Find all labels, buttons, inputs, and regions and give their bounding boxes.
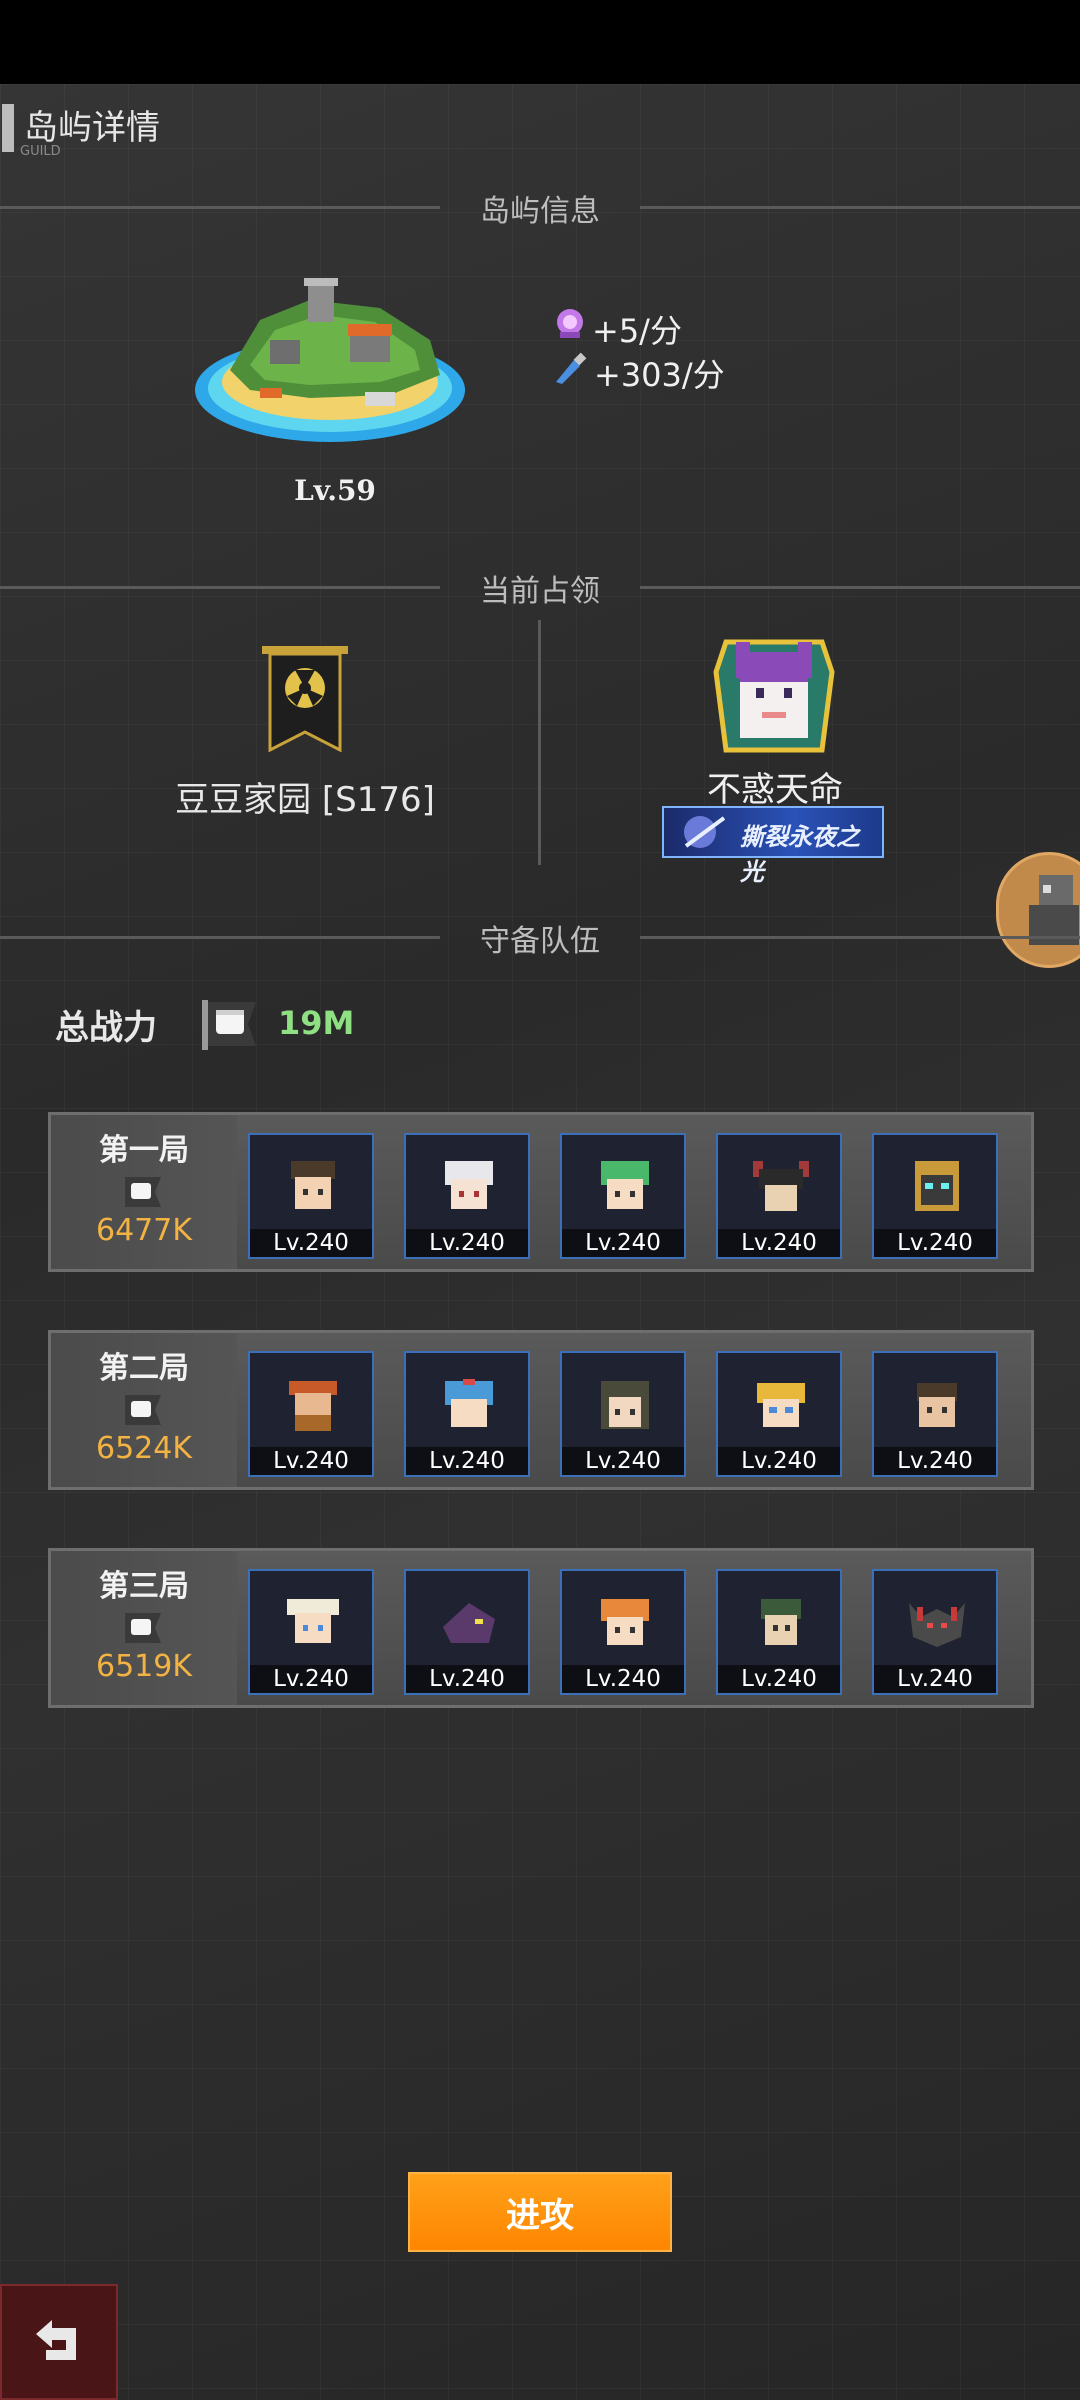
title-emblem-icon bbox=[684, 816, 726, 848]
status-bar bbox=[0, 0, 1080, 84]
team-name: 第一局 bbox=[99, 1133, 189, 1168]
hero-portrait-icon bbox=[753, 1161, 809, 1211]
hero-portrait-icon bbox=[445, 1379, 493, 1427]
page-title: 岛屿详情 bbox=[24, 108, 160, 148]
hero-portrait-icon bbox=[289, 1381, 337, 1431]
team-info: 第三局 6519K bbox=[51, 1551, 237, 1705]
hero-level: Lv.240 bbox=[406, 1229, 528, 1257]
hero-level: Lv.240 bbox=[250, 1665, 372, 1693]
occupying-leader-name: 不惑天命 bbox=[707, 770, 843, 810]
hero-portrait-icon bbox=[443, 1603, 495, 1643]
hero-slot[interactable]: Lv.240 bbox=[872, 1133, 998, 1259]
hero-level: Lv.240 bbox=[562, 1229, 684, 1257]
defense-team-2[interactable]: 第二局 6524K Lv.240 Lv.240 Lv.240 Lv.240 Lv… bbox=[48, 1330, 1034, 1490]
team-name: 第二局 bbox=[99, 1351, 189, 1386]
leader-title-text: 撕裂永夜之光 bbox=[740, 823, 860, 886]
hero-level: Lv.240 bbox=[250, 1447, 372, 1475]
hero-level: Lv.240 bbox=[874, 1447, 996, 1475]
hero-slot[interactable]: Lv.240 bbox=[872, 1351, 998, 1477]
occupying-guild-name: 豆豆家园 [S176] bbox=[175, 780, 435, 820]
total-power-value: 19M bbox=[278, 1004, 355, 1042]
fist-icon bbox=[202, 996, 258, 1052]
team-power: 6524K bbox=[95, 1431, 193, 1466]
hero-portrait-icon bbox=[917, 1383, 957, 1427]
fist-icon bbox=[125, 1177, 161, 1207]
hero-slot[interactable]: Lv.240 bbox=[404, 1133, 530, 1259]
hero-level: Lv.240 bbox=[406, 1665, 528, 1693]
hero-portrait-icon bbox=[915, 1161, 959, 1211]
hero-portrait-icon bbox=[601, 1381, 649, 1429]
island-level: Lv.59 bbox=[294, 474, 376, 507]
leader-avatar-icon[interactable] bbox=[706, 632, 842, 760]
section-defense-team: 守备队伍 bbox=[0, 912, 1080, 962]
hero-portrait-icon bbox=[291, 1161, 335, 1209]
hero-portrait-icon bbox=[287, 1599, 339, 1643]
defense-team-3[interactable]: 第三局 6519K Lv.240 Lv.240 Lv.240 Lv.240 Lv… bbox=[48, 1548, 1034, 1708]
hero-slot[interactable]: Lv.240 bbox=[560, 1351, 686, 1477]
potion-icon bbox=[552, 350, 588, 386]
hero-portrait-icon bbox=[761, 1599, 801, 1645]
occupation-divider bbox=[538, 620, 541, 865]
back-arrow-icon bbox=[36, 2320, 76, 2360]
team-power: 6519K bbox=[95, 1649, 193, 1684]
section-current-occupation: 当前占领 bbox=[0, 562, 1080, 612]
hero-level: Lv.240 bbox=[718, 1665, 840, 1693]
hero-slot[interactable]: Lv.240 bbox=[560, 1569, 686, 1695]
hero-level: Lv.240 bbox=[874, 1665, 996, 1693]
hero-portrait-icon bbox=[757, 1383, 805, 1427]
hero-slot[interactable]: Lv.240 bbox=[404, 1569, 530, 1695]
hero-slot[interactable]: Lv.240 bbox=[716, 1351, 842, 1477]
hero-level: Lv.240 bbox=[562, 1447, 684, 1475]
section-title: 岛屿信息 bbox=[480, 194, 600, 229]
hero-level: Lv.240 bbox=[874, 1229, 996, 1257]
island-rate-crystal: +5/分 bbox=[592, 312, 682, 350]
hero-level: Lv.240 bbox=[406, 1447, 528, 1475]
island-rate-potion: +303/分 bbox=[594, 356, 725, 394]
section-island-info: 岛屿信息 bbox=[0, 182, 1080, 232]
hero-portrait-icon bbox=[909, 1603, 965, 1647]
defense-team-1[interactable]: 第一局 6477K Lv.240 Lv.240 Lv.240 Lv.240 Lv… bbox=[48, 1112, 1034, 1272]
guild-banner-icon bbox=[262, 646, 348, 753]
hero-slot[interactable]: Lv.240 bbox=[248, 1133, 374, 1259]
fist-icon bbox=[125, 1613, 161, 1643]
fist-icon bbox=[125, 1395, 161, 1425]
hero-portrait-icon bbox=[601, 1599, 649, 1645]
hero-slot[interactable]: Lv.240 bbox=[248, 1351, 374, 1477]
hero-level: Lv.240 bbox=[718, 1229, 840, 1257]
crystal-icon bbox=[552, 306, 588, 342]
team-info: 第一局 6477K bbox=[51, 1115, 237, 1269]
back-button[interactable] bbox=[0, 2284, 118, 2400]
hero-portrait-icon bbox=[601, 1161, 649, 1209]
hero-slot[interactable]: Lv.240 bbox=[560, 1133, 686, 1259]
hero-level: Lv.240 bbox=[718, 1447, 840, 1475]
attack-button[interactable]: 进攻 bbox=[408, 2172, 672, 2252]
hero-level: Lv.240 bbox=[562, 1665, 684, 1693]
island-icon bbox=[190, 270, 480, 460]
section-title: 当前占领 bbox=[480, 574, 600, 609]
team-info: 第二局 6524K bbox=[51, 1333, 237, 1487]
hero-slot[interactable]: Lv.240 bbox=[716, 1569, 842, 1695]
team-power: 6477K bbox=[95, 1213, 193, 1248]
leader-title-badge: 撕裂永夜之光 bbox=[662, 806, 884, 886]
hero-slot[interactable]: Lv.240 bbox=[248, 1569, 374, 1695]
total-power-label: 总战力 bbox=[55, 1008, 157, 1048]
hero-slot[interactable]: Lv.240 bbox=[872, 1569, 998, 1695]
hero-portrait-icon bbox=[445, 1161, 493, 1209]
page-subtitle: GUILD bbox=[20, 144, 61, 159]
section-title: 守备队伍 bbox=[480, 924, 600, 959]
team-name: 第三局 bbox=[99, 1569, 189, 1604]
hero-level: Lv.240 bbox=[250, 1229, 372, 1257]
hero-slot[interactable]: Lv.240 bbox=[404, 1351, 530, 1477]
hero-slot[interactable]: Lv.240 bbox=[716, 1133, 842, 1259]
title-accent-bar bbox=[2, 104, 14, 152]
